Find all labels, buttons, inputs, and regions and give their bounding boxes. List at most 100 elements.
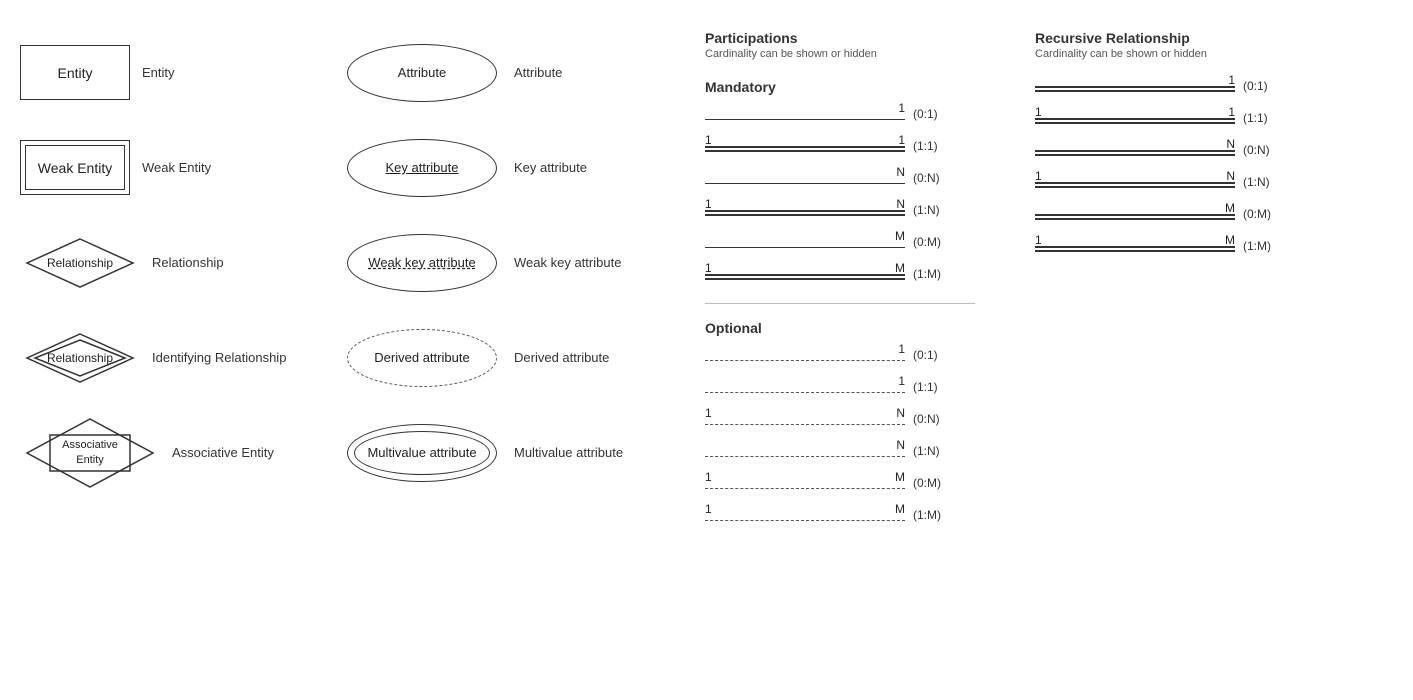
rec-card-0n: (0:N) (1243, 143, 1283, 157)
multivalue-attribute-ellipse: Multivalue attribute (347, 424, 497, 482)
p-card-o1m: (1:M) (913, 508, 953, 522)
optional-label: Optional (705, 320, 1005, 336)
rec-num-right-01: 1 (1228, 73, 1235, 87)
rec-num-right-0m: M (1225, 201, 1235, 215)
rec-num-right-1m: M (1225, 233, 1235, 247)
relationship-diamond: Relationship (25, 237, 135, 289)
weak-entity-text: Weak Entity (38, 160, 112, 176)
rec-card-1n: (1:N) (1243, 175, 1283, 189)
associative-entity-label: Associative Entity (172, 445, 302, 460)
p-line-area-m0n: N (705, 167, 905, 189)
id-relationship-diamond: Relationship (25, 332, 135, 384)
p-card-m11: (1:1) (913, 139, 953, 153)
entity-shapes-col: Entity Entity Weak Entity Weak Entity (10, 20, 312, 680)
weak-entity-shape: Weak Entity (20, 140, 130, 195)
p-row-mandatory-01: 1 (0:1) (705, 103, 1005, 125)
p-row-mandatory-1m: 1 M (1:M) (705, 263, 1005, 285)
associative-entity-row: AssociativeEntity Associative Entity (20, 410, 302, 495)
rec-card-11: (1:1) (1243, 111, 1283, 125)
p-dashed-line-o1m (705, 520, 905, 522)
p-num-right-m1n: N (896, 197, 905, 211)
p-line-area-m0m: M (705, 231, 905, 253)
p-card-m01: (0:1) (913, 107, 953, 121)
p-row-mandatory-1n: 1 N (1:N) (705, 199, 1005, 221)
multivalue-attribute-row: Multivalue attribute Multivalue attribut… (342, 410, 644, 495)
rec-num-right-11: 1 (1228, 105, 1235, 119)
p-row-mandatory-0n: N (0:N) (705, 167, 1005, 189)
rec-num-right-1n: N (1226, 169, 1235, 183)
p-num-right-o1n: N (896, 438, 905, 452)
rec-row-01: 1 (0:1) (1035, 75, 1305, 97)
p-num-right-m0n: N (896, 165, 905, 179)
identifying-relationship-row: Relationship Identifying Relationship (20, 315, 286, 400)
p-num-right-m01: 1 (898, 101, 905, 115)
derived-attribute-label: Derived attribute (514, 350, 644, 365)
entity-row: Entity Entity (20, 30, 272, 115)
p-num-right-m1m: M (895, 261, 905, 275)
relationship-diamond-text: Relationship (47, 256, 113, 270)
rec-line-area-1m: 1 M (1035, 235, 1235, 257)
multivalue-attribute-text: Multivalue attribute (367, 445, 476, 460)
p-line-area-o0m: 1 M (705, 472, 905, 494)
p-dashed-line-o0m (705, 488, 905, 490)
attribute-label: Attribute (514, 65, 644, 80)
recursive-section: Recursive Relationship Cardinality can b… (1020, 20, 1320, 680)
relationship-label: Relationship (152, 255, 282, 270)
p-row-optional-1n: N (1:N) (705, 440, 1005, 462)
participations-title: Participations (705, 30, 1005, 46)
rec-line-area-01: 1 (1035, 75, 1235, 97)
key-attribute-row: Key attribute Key attribute (342, 125, 644, 210)
rec-double-line-1m (1035, 246, 1235, 252)
left-panel: Entity Entity Weak Entity Weak Entity (10, 20, 690, 680)
p-dashed-line-o1n (705, 456, 905, 458)
page: Entity Entity Weak Entity Weak Entity (0, 0, 1413, 700)
attribute-text: Attribute (398, 65, 446, 80)
p-line-area-o0n: 1 N (705, 408, 905, 430)
attribute-ellipse-wrap: Attribute (342, 40, 502, 105)
recursive-title: Recursive Relationship (1035, 30, 1305, 46)
derived-attribute-row: Derived attribute Derived attribute (342, 315, 644, 400)
assoc-entity-wrap: AssociativeEntity (20, 413, 160, 493)
identifying-relationship-label: Identifying Relationship (152, 350, 286, 365)
right-panel: Participations Cardinality can be shown … (690, 20, 1403, 680)
weak-key-attribute-ellipse: Weak key attribute (347, 234, 497, 292)
derived-attribute-text: Derived attribute (374, 350, 469, 365)
attribute-shapes-col: Attribute Attribute Key attribute Key at… (332, 20, 654, 680)
p-row-mandatory-0m: M (0:M) (705, 231, 1005, 253)
p-single-line-m01 (705, 119, 905, 121)
p-line-area-o01: 1 (705, 344, 905, 366)
assoc-entity-diamond: AssociativeEntity (25, 417, 155, 489)
rec-double-line-01 (1035, 86, 1235, 92)
p-num-right-o0m: M (895, 470, 905, 484)
weak-key-attribute-row: Weak key attribute Weak key attribute (342, 220, 644, 305)
rec-card-1m: (1:M) (1243, 239, 1283, 253)
relationship-row: Relationship Relationship (20, 220, 282, 305)
key-attribute-text: Key attribute (386, 160, 459, 175)
rec-double-line-1n (1035, 182, 1235, 188)
rec-row-0m: M (0:M) (1035, 203, 1305, 225)
p-row-optional-11: 1 (1:1) (705, 376, 1005, 398)
rec-card-0m: (0:M) (1243, 207, 1283, 221)
p-line-area-o1m: 1 M (705, 504, 905, 526)
weak-key-attribute-text: Weak key attribute (368, 255, 475, 270)
p-num-right-o0n: N (896, 406, 905, 420)
p-double-line-m1n (705, 210, 905, 216)
id-relationship-wrap: Relationship (20, 328, 140, 388)
rec-row-1n: 1 N (1:N) (1035, 171, 1305, 193)
multivalue-ellipse-wrap: Multivalue attribute (342, 420, 502, 485)
p-card-m0m: (0:M) (913, 235, 953, 249)
recursive-subtitle: Cardinality can be shown or hidden (1035, 48, 1305, 60)
p-card-m0n: (0:N) (913, 171, 953, 185)
p-card-m1m: (1:M) (913, 267, 953, 281)
p-num-left-o0m: 1 (705, 470, 712, 484)
p-row-mandatory-11: 1 1 (1:1) (705, 135, 1005, 157)
rec-num-right-0n: N (1226, 137, 1235, 151)
rec-num-left-11: 1 (1035, 105, 1042, 119)
rec-row-0n: N (0:N) (1035, 139, 1305, 161)
key-attribute-label: Key attribute (514, 160, 644, 175)
mandatory-label: Mandatory (705, 79, 1005, 95)
attribute-ellipse: Attribute (347, 44, 497, 102)
p-dashed-line-o11 (705, 392, 905, 394)
p-double-line-m1m (705, 274, 905, 280)
p-num-left-m11: 1 (705, 133, 712, 147)
